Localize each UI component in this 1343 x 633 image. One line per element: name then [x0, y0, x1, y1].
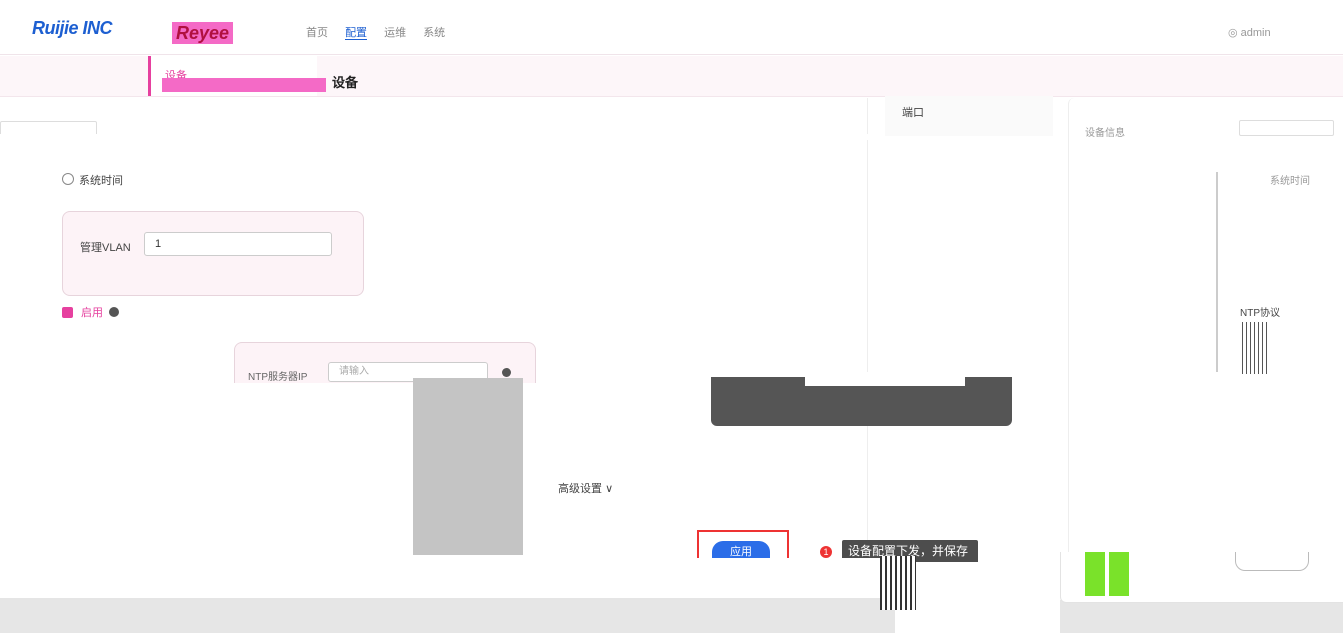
ntp-protocol-label: NTP协议 — [1240, 308, 1280, 319]
help-icon[interactable] — [109, 307, 119, 317]
divider — [0, 134, 955, 140]
section-title: 系统时间 — [62, 172, 123, 188]
right-panel-label: 设备信息 — [1085, 128, 1125, 139]
nav-item-system[interactable]: 系统 — [423, 27, 445, 39]
step-badge: 1 — [820, 546, 832, 558]
occlusion-block — [413, 378, 523, 555]
bottom-bar — [0, 558, 883, 600]
port-label: 端口 — [902, 107, 924, 119]
user-name: admin — [1240, 27, 1271, 39]
right-panel — [1068, 98, 1343, 558]
ntp-server-label: NTP服务器IP — [248, 372, 308, 383]
divider — [1216, 172, 1218, 372]
page-title: 设备 — [332, 75, 359, 90]
right-column-label: 系统时间 — [1270, 176, 1310, 187]
checkbox-checked-icon[interactable] — [62, 307, 73, 318]
scan-artifact — [880, 556, 916, 610]
right-panel-select[interactable] — [1239, 120, 1334, 136]
clock-icon — [62, 173, 74, 185]
active-indicator — [162, 78, 326, 92]
nav-item-config[interactable]: 配置 — [345, 27, 368, 40]
enable-label: 启用 — [81, 307, 103, 319]
nav-item-maintenance[interactable]: 运维 — [384, 27, 406, 39]
advanced-settings-label: 高级设置 — [558, 483, 602, 495]
app-root: Ruijie INC Reyee 首页 配置 运维 系统 ◎ admin 设备 … — [0, 0, 1343, 633]
top-nav: 首页 配置 运维 系统 — [306, 24, 459, 40]
enable-checkbox-row[interactable]: 启用 — [62, 304, 119, 320]
section-title-text: 系统时间 — [79, 175, 123, 187]
user-menu[interactable]: ◎ admin — [1228, 26, 1271, 39]
nav-item-home[interactable]: 首页 — [306, 27, 328, 39]
help-icon[interactable] — [502, 368, 511, 377]
overlay-gap — [805, 372, 965, 386]
green-highlight — [1085, 552, 1130, 596]
chevron-down-icon: ∨ — [605, 483, 614, 495]
bottom-white-block — [895, 600, 1060, 633]
advanced-settings-toggle[interactable]: 高级设置 ∨ — [558, 480, 613, 496]
mgmt-vlan-label: 管理VLAN — [80, 242, 131, 254]
brand-logo[interactable]: Reyee — [172, 22, 234, 44]
company-logo: Ruijie INC — [32, 18, 113, 38]
user-icon: ◎ — [1228, 27, 1241, 39]
bottom-gray-band — [0, 600, 1343, 633]
toggle-switch[interactable] — [1235, 552, 1309, 571]
mgmt-vlan-input[interactable]: 1 — [144, 232, 332, 256]
scan-artifact — [1242, 322, 1268, 374]
